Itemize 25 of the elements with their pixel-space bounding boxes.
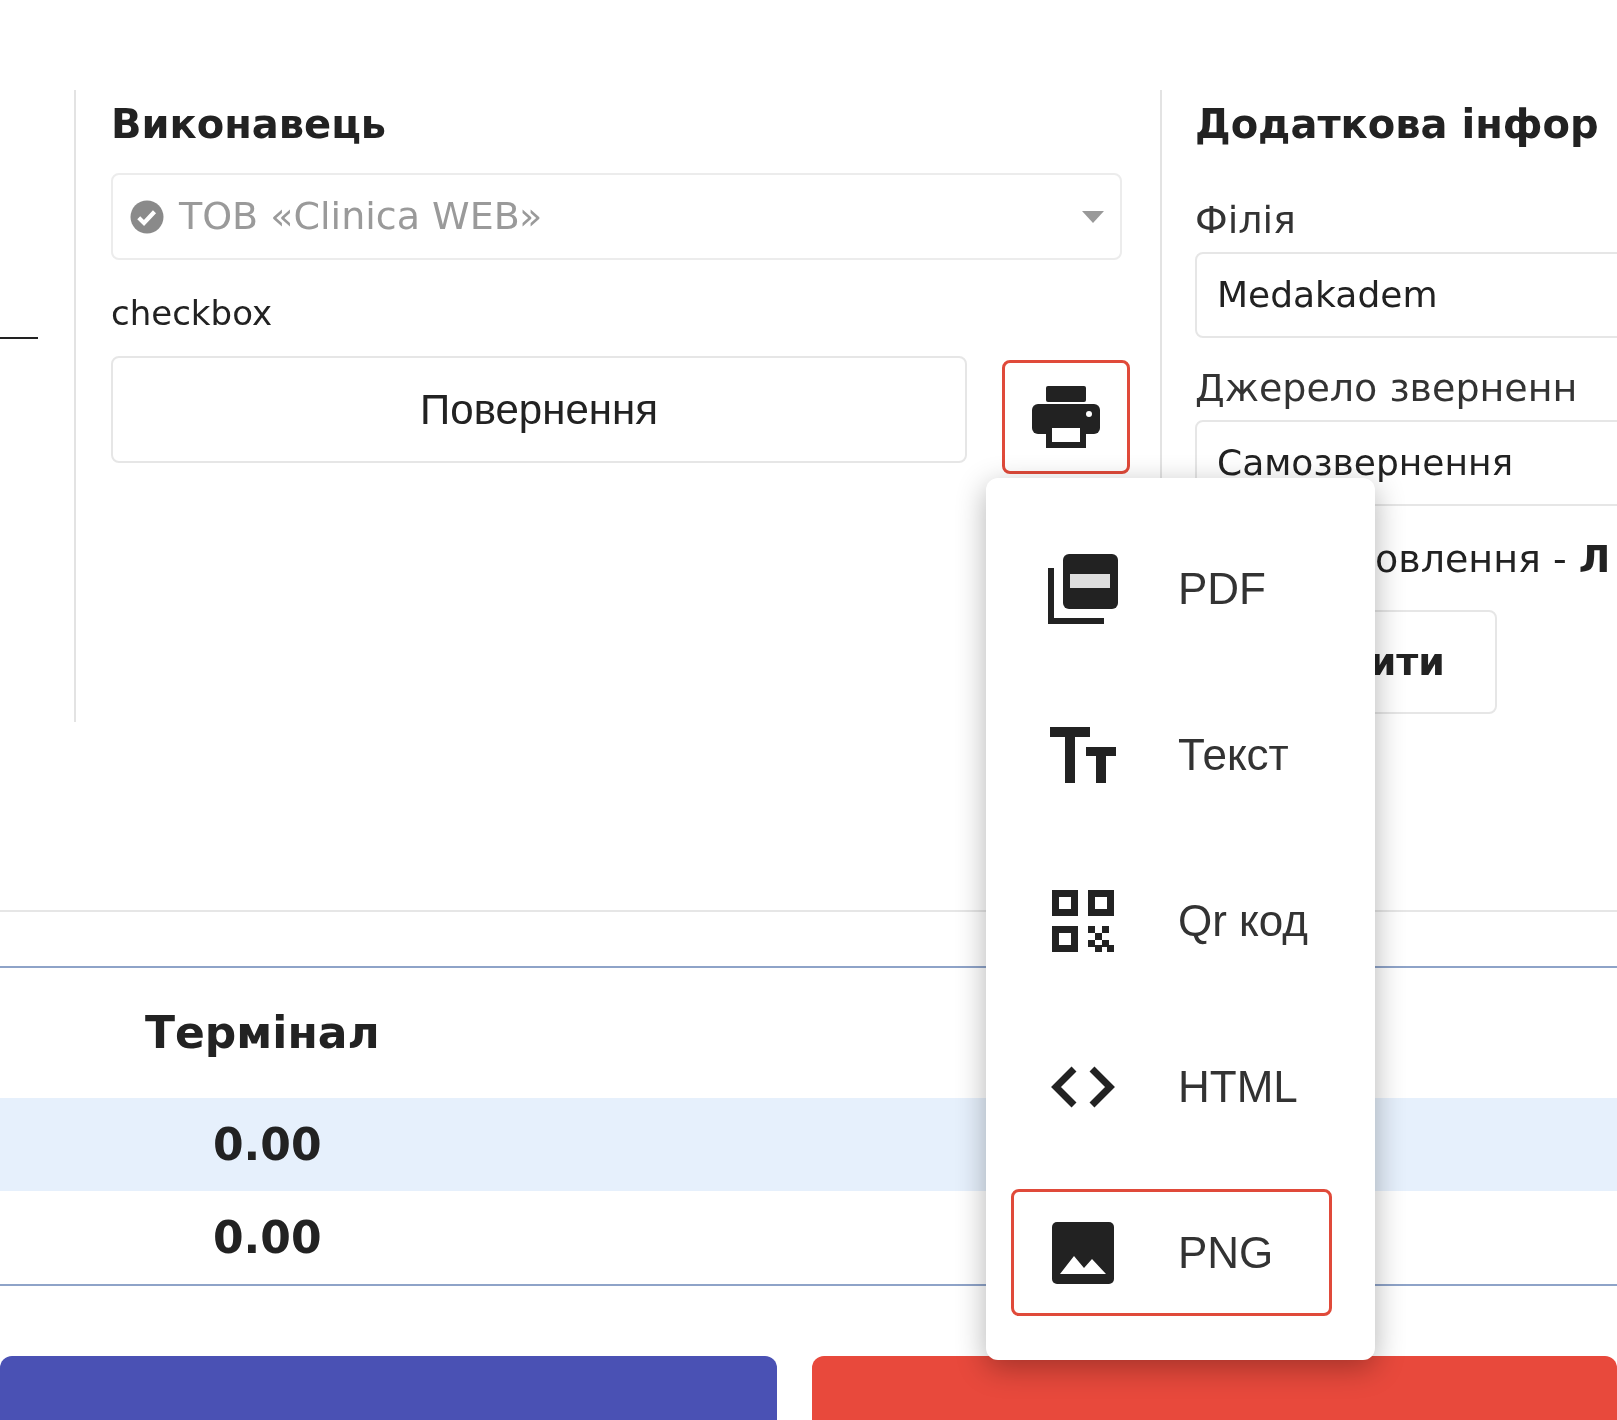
caret-icon [1082,210,1104,223]
text-size-icon [1050,726,1116,783]
checkbox-label: checkbox [111,292,273,335]
menu-item[interactable]: PNG [1011,1189,1332,1316]
print-button[interactable] [1002,360,1130,474]
code-icon [1050,1064,1116,1109]
check-circle-icon [129,198,165,235]
select-value: ТОВ «Clinica WEB» [179,193,544,240]
field-label: Філія [1195,197,1297,244]
info-text: овлення - Л [1374,536,1612,583]
image-icon [1052,1221,1114,1284]
section-heading: Додаткова інфор [1195,100,1600,149]
qr-code-icon [1052,889,1114,952]
menu-item[interactable]: HTML [1011,1023,1332,1150]
table-cell-text: 0.00 [213,1210,322,1265]
danger-button[interactable] [812,1356,1617,1420]
menu-item[interactable]: Qr код [1011,857,1332,984]
table-cell-text: 0.00 [213,1117,322,1172]
file-stack-icon [1048,553,1118,624]
printer-icon [1032,386,1100,448]
section-heading: Виконавець [111,100,388,149]
return-button[interactable]: Повернення [111,356,967,463]
input-field[interactable]: Medakadem [1195,252,1617,338]
column-header: Термінал [145,1006,380,1060]
field-label: Джерело зверненн [1195,365,1579,412]
